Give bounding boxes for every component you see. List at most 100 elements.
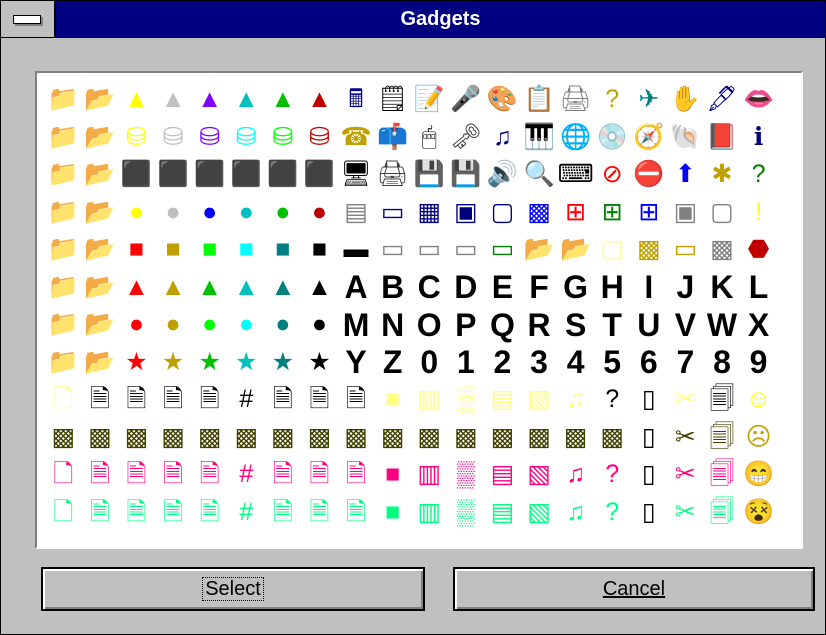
gadget-icon[interactable]: 📂 [82,344,119,382]
gadget-icon[interactable]: # [228,494,265,532]
gadget-icon[interactable]: ● [118,194,155,232]
gadget-icon[interactable]: ? [594,381,631,419]
gadget-icon[interactable]: 📁 [45,306,82,344]
gadget-icon[interactable]: ▲ [118,269,155,307]
gadget-icon[interactable]: ▩ [45,419,82,457]
gadget-icon[interactable]: 😁 [740,456,777,494]
gadget-icon[interactable]: ▣ [667,194,704,232]
gadget-icon[interactable]: ▢ [704,194,741,232]
gadget-icon[interactable]: ▭ [374,194,411,232]
gadget-icon[interactable]: ■ [374,381,411,419]
gadget-icon[interactable]: 🗒 [374,81,411,119]
gadget-icon[interactable]: ☺ [740,381,777,419]
gadget-icon[interactable]: ● [118,306,155,344]
gadget-glyph-L[interactable]: L [740,269,777,307]
gadget-icon[interactable]: ▤ [338,194,375,232]
gadget-glyph-B[interactable]: B [374,269,411,307]
gadget-icon[interactable]: ▲ [228,81,265,119]
gadget-icon[interactable]: ⬆ [667,156,704,194]
gadget-icon[interactable]: 🐚 [667,119,704,157]
gadget-icon[interactable]: 📁 [45,231,82,269]
gadget-icon[interactable]: ▩ [594,419,631,457]
gadget-icon[interactable]: ▯ [631,419,668,457]
gadget-icon[interactable]: ★ [265,344,302,382]
gadget-icon[interactable]: # [228,381,265,419]
gadget-icon[interactable]: 📝 [411,81,448,119]
gadget-icon[interactable]: 🗎 [191,456,228,494]
gadget-icon[interactable]: ✂ [667,456,704,494]
gadget-icon[interactable]: ⛁ [155,119,192,157]
gadget-icon[interactable]: ★ [228,344,265,382]
gadget-icon[interactable]: ⬛ [228,156,265,194]
gadget-icon[interactable]: ▭ [484,231,521,269]
gadget-glyph-R[interactable]: R [521,306,558,344]
gadget-icon[interactable]: 🗎 [191,381,228,419]
gadget-icon[interactable]: ⊞ [594,194,631,232]
gadget-icon[interactable]: ● [155,194,192,232]
gadget-icon[interactable]: ▩ [521,194,558,232]
gadget-icon[interactable]: ♫ [557,456,594,494]
gadget-icon[interactable]: 📂 [82,81,119,119]
gadget-icon[interactable]: ■ [155,231,192,269]
gadget-icon[interactable]: ● [228,194,265,232]
gadget-icon[interactable]: ▭ [667,231,704,269]
gadget-icon[interactable]: ⬛ [155,156,192,194]
gadget-icon[interactable]: ▩ [118,419,155,457]
gadget-icon[interactable]: 🗎 [265,381,302,419]
gadget-icon[interactable]: 🗐 [704,419,741,457]
gadget-icon[interactable]: ? [594,494,631,532]
gadget-icon[interactable]: ▲ [118,81,155,119]
gadget-icon[interactable]: ⛁ [265,119,302,157]
gadget-icon[interactable]: 🔊 [484,156,521,194]
gadget-glyph-O[interactable]: O [411,306,448,344]
cancel-button[interactable]: Cancel [453,567,815,611]
gadget-icon[interactable]: 🗎 [82,494,119,532]
gadget-glyph-Q[interactable]: Q [484,306,521,344]
gadget-icon[interactable]: 🗎 [338,494,375,532]
gadget-glyph-I[interactable]: I [631,269,668,307]
select-button[interactable]: Select [41,567,425,611]
gadget-icon[interactable]: 🗎 [301,494,338,532]
gadget-icon[interactable]: ⬛ [118,156,155,194]
gadget-icon[interactable]: ▩ [374,419,411,457]
gadget-icon[interactable]: 🖨 [557,81,594,119]
gadget-icon[interactable]: ▲ [265,81,302,119]
gadget-icon[interactable]: ● [301,194,338,232]
gadget-icon[interactable]: ● [265,306,302,344]
gadget-icon[interactable]: 🎹 [521,119,558,157]
gadget-icon[interactable]: ■ [191,231,228,269]
gadget-icon[interactable]: 🗋 [45,456,82,494]
gadget-icon[interactable]: ▭ [374,231,411,269]
gadget-icon[interactable]: ● [191,194,228,232]
gadget-icon[interactable]: ♫ [557,494,594,532]
gadget-icon[interactable]: ▲ [265,269,302,307]
gadget-glyph-T[interactable]: T [594,306,631,344]
gadget-icon[interactable]: 📁 [45,119,82,157]
gadget-icon[interactable]: ☎ [338,119,375,157]
gadget-glyph-G[interactable]: G [557,269,594,307]
gadget-icon[interactable]: ▩ [411,419,448,457]
gadget-icon[interactable]: ▲ [155,269,192,307]
gadget-icon[interactable]: ⊘ [594,156,631,194]
gadget-icon[interactable]: ▢ [594,231,631,269]
gadget-icon[interactable]: 📂 [82,269,119,307]
gadget-icon[interactable]: 📁 [45,269,82,307]
gadget-icon[interactable]: ♫ [484,119,521,157]
gadget-icon[interactable]: ▦ [411,194,448,232]
gadget-icon[interactable]: 👄 [740,81,777,119]
gadget-glyph-2[interactable]: 2 [484,344,521,382]
gadget-icon[interactable]: ■ [228,231,265,269]
gadget-icon[interactable]: ▩ [82,419,119,457]
gadget-icon[interactable]: ✂ [667,419,704,457]
gadget-icon[interactable]: 📫 [374,119,411,157]
gadget-icon[interactable]: ▣ [448,194,485,232]
gadget-glyph-A[interactable]: A [338,269,375,307]
gadget-icon[interactable]: ▩ [228,419,265,457]
gadget-glyph-E[interactable]: E [484,269,521,307]
gadget-icon[interactable]: ▥ [411,381,448,419]
gadget-icon[interactable]: ● [301,306,338,344]
gadget-glyph-1[interactable]: 1 [448,344,485,382]
gadget-icon[interactable]: 📂 [82,231,119,269]
gadget-icon[interactable]: ▤ [484,381,521,419]
gadget-icon[interactable]: 🖋 [704,81,741,119]
